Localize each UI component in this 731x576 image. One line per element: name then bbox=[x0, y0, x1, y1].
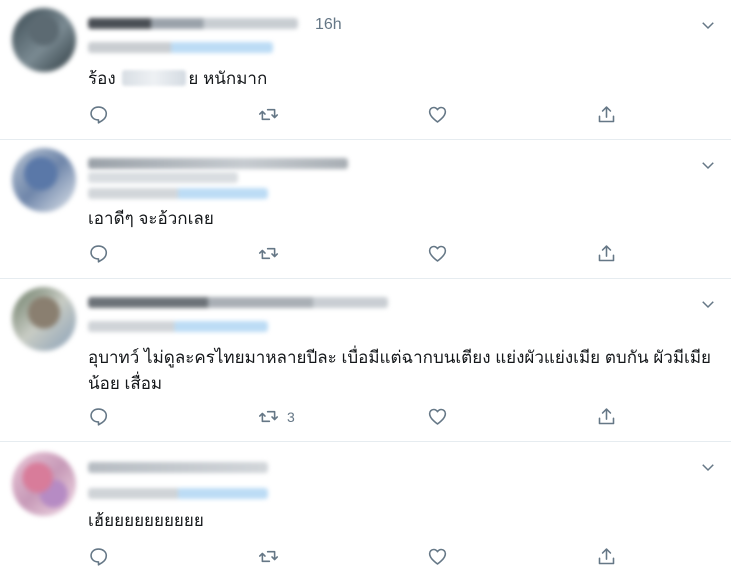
avatar[interactable] bbox=[12, 8, 76, 72]
retweet-icon bbox=[258, 550, 279, 563]
chevron-down-icon[interactable] bbox=[699, 295, 717, 313]
username-blurred[interactable] bbox=[88, 297, 388, 308]
retweet-button[interactable] bbox=[258, 546, 287, 567]
reply-icon bbox=[90, 106, 108, 124]
tweet-time[interactable]: 16h bbox=[315, 16, 342, 34]
reply-icon bbox=[90, 245, 108, 263]
avatar[interactable] bbox=[12, 287, 76, 351]
retweet-icon bbox=[258, 410, 279, 423]
tweet-text-end: ย หนักมาก bbox=[188, 69, 268, 88]
share-button[interactable] bbox=[596, 243, 617, 264]
replying-to-blurred bbox=[88, 488, 268, 499]
share-icon bbox=[598, 245, 615, 262]
chevron-down-icon[interactable] bbox=[699, 458, 717, 476]
share-button[interactable] bbox=[596, 406, 617, 427]
share-button[interactable] bbox=[596, 104, 617, 125]
reply-button[interactable] bbox=[88, 104, 117, 125]
heart-icon bbox=[428, 408, 447, 425]
username-blurred[interactable] bbox=[88, 462, 268, 473]
retweet-count: 3 bbox=[287, 408, 295, 425]
heart-icon bbox=[428, 245, 447, 262]
username-blurred[interactable] bbox=[88, 18, 298, 29]
tweet[interactable]: เอาดีๆ จะอ้วกเลย bbox=[0, 140, 731, 279]
handle-blurred bbox=[88, 172, 238, 183]
retweet-icon bbox=[258, 108, 279, 121]
tweet-text: เฮ้ยยยยยยยยยย bbox=[88, 511, 204, 530]
reply-feed: 16h ร้อง ย หนักมาก เอาดีๆ จะอ้วกเลย อุบา… bbox=[0, 0, 731, 576]
share-icon bbox=[598, 548, 615, 565]
retweet-button[interactable] bbox=[258, 104, 287, 125]
heart-icon bbox=[428, 548, 447, 565]
tweet[interactable]: เฮ้ยยยยยยยยยย bbox=[0, 442, 731, 576]
heart-icon bbox=[428, 106, 447, 123]
redacted-text bbox=[122, 70, 187, 86]
reply-icon bbox=[90, 408, 108, 426]
retweet-button[interactable]: 3 bbox=[258, 406, 295, 427]
tweet-actions bbox=[88, 546, 628, 568]
like-button[interactable] bbox=[427, 406, 456, 427]
tweet-text: ร้อง ย หนักมาก bbox=[88, 66, 728, 92]
like-button[interactable] bbox=[427, 243, 456, 264]
like-button[interactable] bbox=[427, 104, 456, 125]
share-icon bbox=[598, 408, 615, 425]
reply-button[interactable] bbox=[88, 243, 117, 264]
retweet-icon bbox=[258, 247, 279, 260]
reply-icon bbox=[90, 548, 108, 566]
tweet-text: อุบาทว์ ไม่ดูละครไทยมาหลายปีละ เบื่อมีแต… bbox=[88, 348, 712, 393]
tweet-actions bbox=[88, 243, 628, 265]
share-icon bbox=[598, 106, 615, 123]
tweet-actions bbox=[88, 104, 628, 126]
chevron-down-icon[interactable] bbox=[699, 156, 717, 174]
reply-button[interactable] bbox=[88, 546, 117, 567]
replying-to-blurred bbox=[88, 42, 273, 53]
tweet[interactable]: อุบาทว์ ไม่ดูละครไทยมาหลายปีละ เบื่อมีแต… bbox=[0, 279, 731, 442]
tweet[interactable]: 16h ร้อง ย หนักมาก bbox=[0, 0, 731, 140]
tweet-actions: 3 bbox=[88, 406, 628, 428]
avatar[interactable] bbox=[12, 148, 76, 212]
chevron-down-icon[interactable] bbox=[699, 16, 717, 34]
retweet-button[interactable] bbox=[258, 243, 287, 264]
tweet-text: เอาดีๆ จะอ้วกเลย bbox=[88, 209, 214, 228]
reply-button[interactable] bbox=[88, 406, 117, 427]
replying-to-blurred bbox=[88, 321, 268, 332]
tweet-text-start: ร้อง bbox=[88, 69, 116, 88]
avatar[interactable] bbox=[12, 452, 76, 516]
share-button[interactable] bbox=[596, 546, 617, 567]
replying-to-blurred bbox=[88, 188, 268, 199]
username-blurred[interactable] bbox=[88, 158, 348, 169]
like-button[interactable] bbox=[427, 546, 456, 567]
